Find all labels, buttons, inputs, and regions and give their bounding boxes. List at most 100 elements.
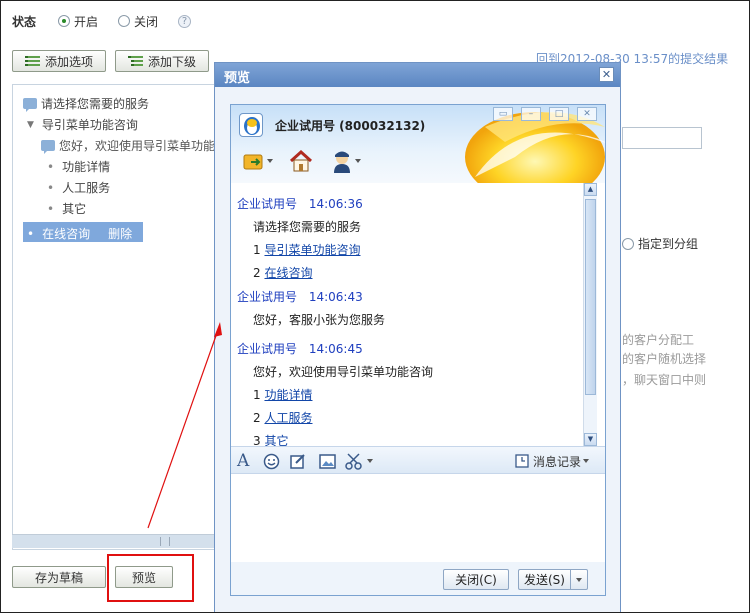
send-options-button[interactable] — [570, 569, 588, 590]
status-off-radio[interactable] — [118, 15, 131, 27]
message-header: 企业试用号 14:06:45 — [237, 340, 363, 357]
tree-item-child[interactable]: • 其它 — [47, 200, 86, 217]
qq-penguin-icon — [244, 117, 260, 135]
add-option-button[interactable]: 添加选项 — [12, 50, 106, 72]
caret-down-icon: ▼ — [27, 119, 34, 130]
message-history-button[interactable]: 消息记录 — [515, 452, 590, 470]
screenshot-icon[interactable] — [345, 452, 373, 470]
delete-link[interactable]: 删除 — [108, 225, 132, 242]
message-sender: 企业试用号 — [237, 197, 298, 211]
font-icon[interactable]: A — [237, 451, 249, 471]
message-area: 企业试用号 14:06:36 请选择您需要的服务 1 导引菜单功能咨询 2 在线… — [231, 183, 605, 448]
message-sender: 企业试用号 — [237, 342, 298, 356]
minimize-button[interactable]: – — [521, 107, 541, 121]
menu-option: 2 人工服务 — [253, 409, 312, 426]
close-window-button[interactable]: ✕ — [577, 107, 597, 121]
format-toolbar: A 消息记录 — [231, 446, 605, 474]
maximize-button[interactable]: □ — [549, 107, 569, 121]
message-time: 14:06:43 — [308, 290, 363, 304]
message-header: 企业试用号 14:06:43 — [237, 288, 363, 305]
option-link[interactable]: 人工服务 — [264, 411, 312, 425]
dropdown-arrow-icon — [576, 577, 582, 582]
bullet-icon: • — [47, 159, 55, 174]
agent-tool[interactable] — [331, 147, 361, 175]
tree-horizontal-scrollbar[interactable] — [12, 534, 228, 548]
group-radio-row: 指定到分组 — [622, 235, 698, 252]
dialog-close-button[interactable]: ✕ — [599, 67, 614, 82]
option-link[interactable]: 在线咨询 — [264, 266, 312, 280]
tree-item-selected[interactable]: • 在线咨询 删除 — [27, 225, 132, 242]
bullet-icon: • — [47, 201, 55, 216]
scroll-grip-icon — [160, 537, 170, 546]
dialog-titlebar[interactable]: 预览 ✕ — [215, 63, 620, 87]
message-scrollbar[interactable]: ▲ ▼ — [583, 183, 597, 446]
option-number: 1 — [253, 388, 261, 402]
chat-bubble-icon — [23, 98, 37, 112]
scroll-thumb[interactable] — [585, 199, 596, 395]
option-number: 2 — [253, 411, 261, 425]
right-description-line: 的客户分配工 — [622, 333, 695, 347]
right-text-input[interactable] — [622, 127, 702, 149]
chat-window: 企业试用号 (800032132) ▭ – □ ✕ 企业试用号 14:06:36… — [230, 104, 606, 596]
message-text: 您好，欢迎使用导引菜单功能咨询 — [253, 365, 434, 379]
skin-button[interactable]: ▭ — [493, 107, 513, 121]
tree-item-label: 其它 — [62, 202, 87, 216]
edit-icon[interactable] — [289, 452, 306, 470]
message-input[interactable] — [231, 474, 605, 562]
menu-tree-panel: 请选择您需要的服务 ▼ 导引菜单功能咨询 您好，欢迎使用导引菜单功能 • 功能详… — [12, 84, 228, 550]
right-description-line: 的客户随机选择 — [622, 352, 707, 366]
list-icon — [24, 55, 40, 67]
message-text: 请选择您需要的服务 — [253, 220, 362, 234]
status-row: 状态 开启 关闭 ? — [12, 12, 192, 30]
message-text: 您好，客服小张为您服务 — [253, 313, 386, 327]
dropdown-arrow-icon — [267, 159, 273, 163]
message-time: 14:06:45 — [308, 342, 363, 356]
emoji-icon[interactable] — [263, 452, 280, 470]
dropdown-arrow-icon — [367, 459, 373, 463]
account-name: 企业试用号 (800032132) — [275, 119, 426, 133]
add-child-label: 添加下级 — [147, 54, 196, 69]
scroll-up-icon[interactable]: ▲ — [584, 183, 597, 196]
menu-option: 1 功能详情 — [253, 386, 312, 403]
tree-item-child[interactable]: • 功能详情 — [47, 158, 110, 175]
chat-header: 企业试用号 (800032132) ▭ – □ ✕ — [231, 105, 605, 183]
status-off-label: 关闭 — [134, 14, 159, 29]
image-icon[interactable] — [319, 452, 336, 470]
tree-item-label: 导引菜单功能咨询 — [41, 118, 138, 132]
menu-option: 1 导引菜单功能咨询 — [253, 241, 360, 258]
message-header: 企业试用号 14:06:36 — [237, 195, 363, 212]
option-number: 2 — [253, 266, 261, 280]
tree-root[interactable]: 请选择您需要的服务 — [23, 95, 149, 112]
chat-close-label: 关闭(C) — [455, 573, 497, 587]
send-button[interactable]: 发送(S) — [518, 569, 570, 590]
account-avatar[interactable] — [239, 113, 263, 137]
customer-service-icon — [334, 151, 350, 173]
folder-arrow-icon — [243, 154, 263, 170]
tree-item-menu-parent[interactable]: ▼ 导引菜单功能咨询 — [27, 116, 138, 133]
message-sender: 企业试用号 — [237, 290, 298, 304]
dialog-title: 预览 — [224, 71, 251, 86]
bullet-icon: • — [27, 226, 35, 241]
tree-item-label: 您好，欢迎使用导引菜单功能 — [59, 139, 216, 153]
group-radio[interactable] — [622, 237, 634, 250]
list-icon — [127, 55, 143, 67]
status-label: 状态 — [12, 14, 37, 29]
tree-item-label: 功能详情 — [62, 160, 111, 174]
add-child-button[interactable]: 添加下级 — [115, 50, 209, 72]
option-link[interactable]: 功能详情 — [264, 388, 312, 402]
tree-item-greeting[interactable]: 您好，欢迎使用导引菜单功能 — [41, 137, 215, 154]
status-on-label: 开启 — [74, 14, 99, 29]
save-draft-button[interactable]: 存为草稿 — [12, 566, 106, 588]
right-description-line: ，聊天窗口中则 — [622, 373, 707, 387]
homepage-tool[interactable] — [289, 147, 319, 175]
status-on-radio[interactable] — [58, 15, 71, 27]
tree-item-child[interactable]: • 人工服务 — [47, 179, 110, 196]
scroll-down-icon[interactable]: ▼ — [584, 433, 597, 446]
file-transfer-tool[interactable] — [243, 147, 273, 175]
tree-root-label: 请选择您需要的服务 — [41, 97, 150, 111]
preview-highlight-box — [107, 554, 194, 602]
save-draft-label: 存为草稿 — [34, 570, 83, 585]
help-icon[interactable]: ? — [178, 14, 192, 28]
option-link[interactable]: 导引菜单功能咨询 — [264, 243, 360, 257]
chat-close-button[interactable]: 关闭(C) — [443, 569, 509, 590]
